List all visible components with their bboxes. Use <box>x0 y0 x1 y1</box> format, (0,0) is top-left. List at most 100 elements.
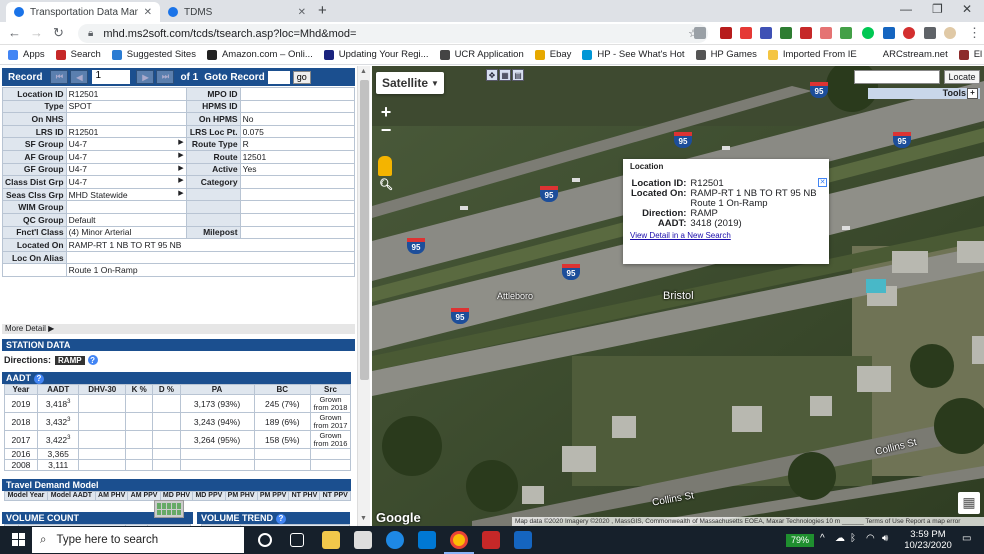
goto-record-input[interactable] <box>267 70 290 84</box>
cortana-icon[interactable] <box>258 533 272 547</box>
task-view-icon[interactable] <box>290 533 304 547</box>
profile-avatar-icon[interactable] <box>944 27 956 39</box>
extensions-puzzle-icon[interactable] <box>924 27 936 39</box>
previous-record-button[interactable]: ◀ <box>70 70 89 84</box>
measure-tool-icon[interactable]: ▤ <box>512 69 524 81</box>
address-bar[interactable]: 🔒︎ mhd.ms2soft.com/tcds/tsearch.asp?loc=… <box>78 24 708 43</box>
bluetooth-icon[interactable]: ᛒ <box>850 533 856 544</box>
edge-icon[interactable] <box>386 531 404 549</box>
key-icon[interactable] <box>694 27 706 39</box>
bookmark-label: Imported From IE <box>782 49 857 60</box>
close-tab-icon[interactable]: ✕ <box>298 7 306 18</box>
help-icon[interactable]: ? <box>276 514 286 524</box>
chrome-icon[interactable] <box>450 531 468 549</box>
red-extension-icon[interactable] <box>903 27 915 39</box>
shield-extension-icon[interactable] <box>800 27 812 39</box>
bookmark-item[interactable]: El Mana Productos... <box>958 49 984 60</box>
calculator-icon[interactable] <box>154 500 184 518</box>
battery-indicator[interactable]: 79% <box>786 534 814 547</box>
file-explorer-icon[interactable] <box>322 531 340 549</box>
taskbar-search-box[interactable]: ⌕ Type here to search <box>32 527 244 553</box>
first-record-button[interactable]: ⏮ <box>50 70 69 84</box>
mail-icon[interactable] <box>418 531 436 549</box>
weather-icon[interactable]: ☁ <box>835 533 845 544</box>
field-label <box>185 212 241 227</box>
help-icon[interactable]: ? <box>87 355 98 365</box>
green-dot-icon[interactable] <box>862 27 874 39</box>
field-value[interactable]: U4-7 <box>65 149 187 164</box>
next-record-button[interactable]: ▶ <box>136 70 155 84</box>
field-value[interactable]: U4-7 <box>65 137 187 151</box>
bookmark-item[interactable]: UCR Application <box>439 49 524 60</box>
bookmark-item[interactable]: HP - See What's Hot <box>582 49 685 60</box>
tray-chevron-icon[interactable]: ^ <box>820 533 825 544</box>
field-value[interactable]: MHD Statewide <box>65 187 187 202</box>
help-icon[interactable]: ? <box>34 374 44 384</box>
field-value[interactable]: U4-7 <box>65 175 187 189</box>
menu-dots-icon[interactable]: ⋮ <box>968 25 981 41</box>
bookmark-item[interactable]: Amazon.com – Onli... <box>206 49 313 60</box>
tab-transportation-data[interactable]: Transportation Data Manageme ✕ <box>6 2 160 22</box>
notifications-icon[interactable]: ▭ <box>962 533 971 544</box>
photos-icon[interactable] <box>514 531 532 549</box>
close-window-button[interactable]: ✕ <box>962 2 972 16</box>
direction-tab-ramp[interactable]: RAMP <box>55 355 85 365</box>
bookmark-item[interactable]: HP Games <box>695 49 757 60</box>
bookmark-item[interactable]: Ebay <box>534 49 571 60</box>
zoom-out-button[interactable]: − <box>378 120 394 141</box>
view-detail-link[interactable]: View Detail in a New Search <box>630 231 731 240</box>
crossed-tools-icon[interactable] <box>840 27 852 39</box>
minimize-button[interactable]: — <box>900 2 912 16</box>
reload-icon[interactable]: ↻ <box>53 25 64 41</box>
tab-tdms[interactable]: TDMS ✕ <box>160 2 314 22</box>
pan-tool-icon[interactable]: ✥ <box>486 69 498 81</box>
blue-extension-icon[interactable] <box>883 27 895 39</box>
bookmark-item[interactable]: Updating Your Regi... <box>323 49 429 60</box>
close-popup-icon[interactable]: ✕ <box>818 178 827 187</box>
field-value[interactable]: U4-7 <box>65 162 187 177</box>
new-tab-button[interactable]: + <box>318 2 327 19</box>
k-cell <box>125 430 154 449</box>
grid-extension-icon[interactable] <box>760 27 772 39</box>
system-clock[interactable]: 3:59 PM 10/23/2020 <box>902 529 954 551</box>
back-icon[interactable]: ← <box>8 25 21 40</box>
pdf-icon[interactable] <box>740 27 752 39</box>
security-app-icon[interactable] <box>482 531 500 549</box>
go-button[interactable]: go <box>292 70 311 84</box>
volume-icon[interactable]: 🔊︎ <box>882 533 888 544</box>
store-icon[interactable] <box>354 531 372 549</box>
close-tab-icon[interactable]: ✕ <box>144 7 152 18</box>
street-view-pegman-icon[interactable] <box>378 156 392 176</box>
satellite-map[interactable]: Satellite▼ + − 🔍︎ ✥ ▦ ▤ Locate Tools 95 … <box>372 66 984 526</box>
popup-key: Located On: <box>631 188 687 199</box>
locate-search-input[interactable] <box>854 70 940 84</box>
field-label <box>185 200 241 214</box>
scrollbar-thumb[interactable] <box>360 80 369 380</box>
windows-start-icon[interactable] <box>12 533 26 547</box>
bookmark-item[interactable]: Search <box>55 49 101 60</box>
current-record-field[interactable]: 1 <box>92 70 131 84</box>
scroll-down-icon[interactable]: ▼ <box>360 515 367 522</box>
last-record-button[interactable]: ⏭ <box>156 70 175 84</box>
more-detail-toggle[interactable]: More Detail ▶ <box>2 324 355 334</box>
bookmark-item[interactable]: Apps <box>8 49 45 60</box>
scroll-up-icon[interactable]: ▲ <box>360 68 367 75</box>
tools-panel-toggle[interactable]: Tools <box>868 88 980 99</box>
forward-icon[interactable]: → <box>30 25 43 40</box>
puzzle-red-icon[interactable] <box>820 27 832 39</box>
wifi-icon[interactable]: ◠ <box>866 533 875 544</box>
acrobat-icon[interactable] <box>720 27 732 39</box>
bookmark-item[interactable]: ARCstream.net <box>867 49 948 60</box>
maximize-button[interactable]: ❐ <box>932 2 943 16</box>
layers-grid-icon[interactable]: ▦ <box>958 492 980 514</box>
locate-button[interactable]: Locate <box>944 70 980 84</box>
zoom-area-icon[interactable]: 🔍︎ <box>378 178 394 191</box>
bookmark-item[interactable]: Imported From IE <box>767 49 857 60</box>
column-header: DHV-30 <box>78 384 127 395</box>
info-row: AF GroupU4-7Route12501 <box>2 149 356 164</box>
map-type-dropdown[interactable]: Satellite ▼ <box>376 72 444 94</box>
bookmark-item[interactable]: Suggested Sites <box>111 49 196 60</box>
select-tool-icon[interactable]: ▦ <box>499 69 511 81</box>
green-extension-icon[interactable] <box>780 27 792 39</box>
panel-scrollbar[interactable]: ▲ ▼ <box>357 66 370 526</box>
